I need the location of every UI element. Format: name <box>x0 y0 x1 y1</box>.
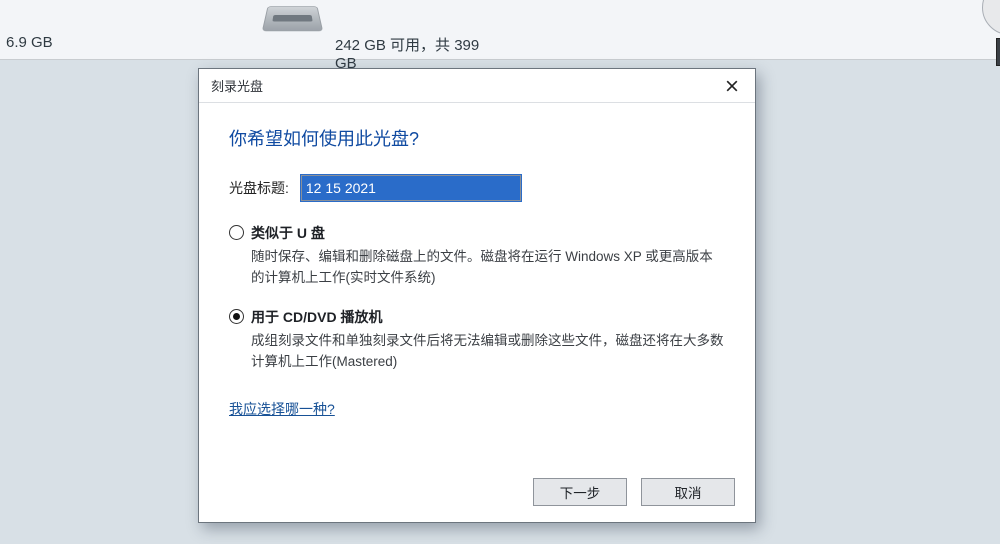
option-usb-like[interactable]: 类似于 U 盘 随时保存、编辑和删除磁盘上的文件。磁盘将在运行 Windows … <box>229 223 725 289</box>
disc-title-input[interactable] <box>301 175 521 201</box>
option-usb-like-title: 类似于 U 盘 <box>251 223 725 243</box>
radio-usb-like[interactable] <box>229 225 244 240</box>
drive-free-left: 6.9 GB <box>6 34 53 51</box>
burn-disc-dialog: 刻录光盘 你希望如何使用此光盘? 光盘标题: 类似于 U 盘 随时保存、编辑和删… <box>198 68 756 523</box>
option-mastered[interactable]: 用于 CD/DVD 播放机 成组刻录文件和单独刻录文件后将无法编辑或删除这些文件… <box>229 307 725 373</box>
dialog-title: 刻录光盘 <box>211 76 709 95</box>
option-mastered-desc: 成组刻录文件和单独刻录文件后将无法编辑或删除这些文件，磁盘还将在大多数计算机上工… <box>251 331 725 373</box>
radio-mastered[interactable] <box>229 309 244 324</box>
disc-title-label: 光盘标题: <box>229 178 289 198</box>
option-usb-like-desc: 随时保存、编辑和删除磁盘上的文件。磁盘将在运行 Windows XP 或更高版本… <box>251 247 725 289</box>
cdr-badge: CD-R <box>996 38 1000 66</box>
explorer-drive-row: 6.9 GB 242 GB 可用，共 399 GB CD-R 702 MB 可用… <box>0 0 1000 60</box>
cancel-button[interactable]: 取消 <box>641 478 735 506</box>
dialog-titlebar: 刻录光盘 <box>199 69 755 103</box>
close-button[interactable] <box>709 69 755 102</box>
close-icon <box>726 80 738 92</box>
option-mastered-title: 用于 CD/DVD 播放机 <box>251 307 725 327</box>
hdd-usage-text: 242 GB 可用，共 399 GB <box>335 34 480 72</box>
dialog-heading: 你希望如何使用此光盘? <box>229 125 725 151</box>
next-button[interactable]: 下一步 <box>533 478 627 506</box>
hdd-icon <box>262 6 323 31</box>
help-link[interactable]: 我应选择哪一种? <box>229 399 335 419</box>
dvd-icon <box>982 0 1000 35</box>
